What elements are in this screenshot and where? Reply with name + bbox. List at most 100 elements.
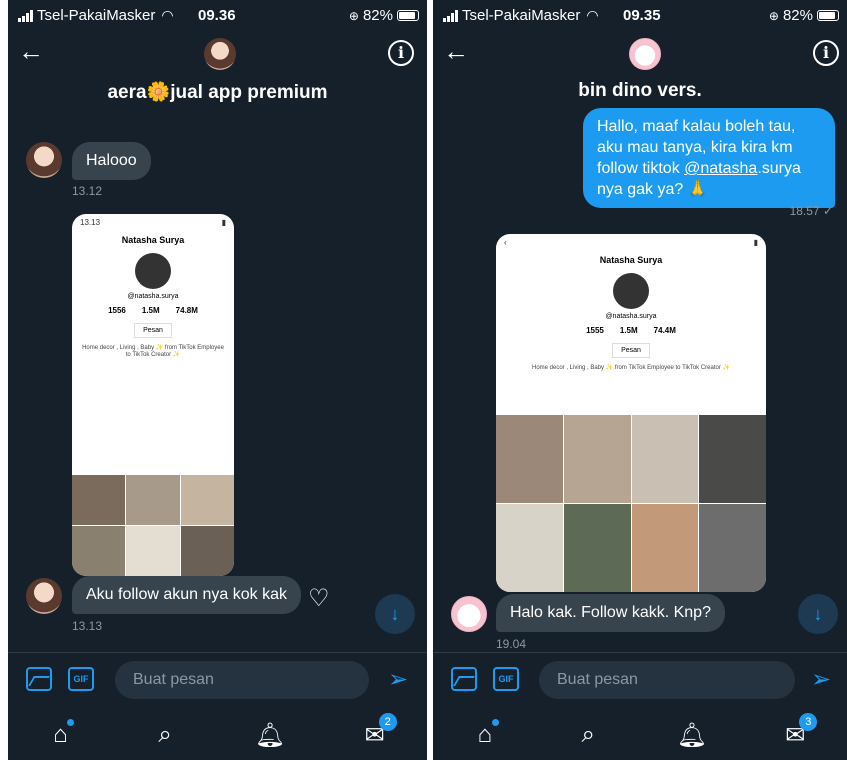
- shot-buttons: Pesan: [496, 343, 766, 358]
- carrier-name: Tsel-PakaiMasker: [37, 7, 156, 24]
- shot-thumb: [631, 415, 699, 503]
- back-arrow-icon[interactable]: ←: [443, 38, 469, 64]
- shot-bio: Home decor , Living , Baby ✨ from TikTok…: [82, 345, 224, 358]
- shot-stat: 1.5M: [619, 326, 638, 335]
- image-icon[interactable]: [26, 667, 52, 691]
- gif-icon[interactable]: GIF: [493, 667, 519, 691]
- status-time: 09.36: [198, 7, 236, 24]
- mail-icon[interactable]: ✉ 3: [775, 712, 818, 750]
- mail-badge: 2: [378, 712, 397, 731]
- conversation-title: aera🌼jual app premium: [107, 82, 328, 103]
- status-bar: Tsel-PakaiMasker ◠ 09.36 ⊕ 82%: [8, 0, 427, 30]
- mail-badge: 3: [799, 712, 818, 731]
- header-avatar[interactable]: [629, 38, 661, 70]
- shot-thumb: [631, 504, 699, 592]
- back-arrow-icon[interactable]: ←: [18, 38, 44, 64]
- right-chat-panel: Tsel-PakaiMasker ◠ 09.35 ⊕ 82% ← i bin d…: [433, 0, 847, 760]
- message-input[interactable]: [115, 661, 369, 699]
- shot-profile-picture: [613, 273, 649, 309]
- bottom-tab-bar: ⌂ ⌕ 🔔︎ ✉ 2: [8, 710, 427, 760]
- search-icon[interactable]: ⌕: [145, 721, 185, 749]
- image-icon[interactable]: [451, 667, 477, 691]
- shot-handle: @natasha.surya: [605, 313, 657, 320]
- shot-thumb: [699, 415, 766, 503]
- battery-icon: [397, 10, 419, 21]
- shot-pesan-button: Pesan: [134, 323, 172, 338]
- notification-dot: [67, 719, 75, 726]
- shot-buttons: Pesan: [72, 323, 234, 338]
- scroll-down-icon[interactable]: ↓: [375, 594, 415, 634]
- mail-icon[interactable]: ✉ 2: [355, 712, 397, 750]
- message-avatar[interactable]: [451, 596, 487, 632]
- wifi-icon: ◠: [161, 7, 174, 23]
- message-composer: GIF ➢: [433, 652, 847, 710]
- wifi-icon: ◠: [586, 7, 599, 23]
- image-attachment[interactable]: 13.13 ▮ Natasha Surya @natasha.surya 1556…: [72, 214, 234, 576]
- header-avatar[interactable]: [204, 38, 236, 70]
- battery-icon: [817, 10, 839, 21]
- battery: ⊕ 82%: [349, 7, 419, 24]
- shot-thumb: [72, 475, 126, 525]
- notification-dot: [491, 719, 499, 726]
- home-icon[interactable]: ⌂: [40, 719, 80, 749]
- shot-stat: 74.8M: [175, 306, 198, 315]
- message-avatar[interactable]: [26, 142, 62, 178]
- shot-stat: 74.4M: [653, 326, 676, 335]
- shot-thumb: [699, 504, 766, 592]
- shot-stat: 1555: [586, 326, 604, 335]
- battery-percent: 82%: [782, 7, 813, 24]
- shot-statusbar: ‹ ▮: [504, 238, 758, 247]
- shot-thumb: [72, 526, 126, 576]
- status-bar: Tsel-PakaiMasker ◠ 09.35 ⊕ 82%: [433, 0, 847, 30]
- shot-thumb: [563, 504, 631, 592]
- shot-video-grid: [72, 475, 234, 576]
- message-avatar[interactable]: [26, 578, 62, 614]
- message-bubble[interactable]: Halooo: [72, 142, 151, 180]
- outgoing-message-bubble[interactable]: Hallo, maaf kalau boleh tau, aku mau tan…: [583, 108, 835, 208]
- gif-icon[interactable]: GIF: [68, 667, 94, 691]
- image-attachment[interactable]: ‹ ▮ Natasha Surya @natasha.surya 1555 1.5…: [496, 234, 766, 592]
- battery-percent: 82%: [362, 7, 393, 24]
- shot-stat: 1556: [108, 306, 126, 315]
- shot-thumb: [496, 415, 563, 503]
- message-input[interactable]: [539, 661, 795, 699]
- message-bubble[interactable]: Halo kak. Follow kakk. Knp?: [496, 594, 725, 632]
- info-icon[interactable]: i: [813, 40, 839, 66]
- send-icon[interactable]: ➢: [388, 665, 408, 694]
- shot-thumb: [563, 415, 631, 503]
- bell-icon[interactable]: 🔔︎: [672, 721, 712, 750]
- shot-thumb: [180, 475, 234, 525]
- message-time: 13.13: [72, 619, 103, 633]
- carrier: Tsel-PakaiMasker ◠: [443, 7, 599, 24]
- shot-stat: 1.5M: [141, 306, 160, 315]
- shot-bio: Home decor , Living , Baby ✨ from TikTok…: [531, 365, 730, 371]
- mention-link[interactable]: @natasha: [684, 160, 757, 177]
- left-chat-panel: Tsel-PakaiMasker ◠ 09.36 ⊕ 82% ← i aera🌼…: [8, 0, 427, 760]
- shot-video-grid: [496, 415, 766, 592]
- shot-statusbar: 13.13 ▮: [80, 218, 226, 227]
- lock-rotation-icon: ⊕: [768, 8, 779, 23]
- status-time: 09.35: [623, 7, 661, 24]
- message-time: 18.57 ✓: [789, 204, 833, 218]
- shot-thumb: [180, 526, 234, 576]
- home-icon[interactable]: ⌂: [465, 719, 505, 749]
- carrier-name: Tsel-PakaiMasker: [462, 7, 581, 24]
- message-composer: GIF ➢: [8, 652, 427, 710]
- shot-handle: @natasha.surya: [127, 293, 179, 300]
- shot-pesan-button: Pesan: [612, 343, 650, 358]
- bell-icon[interactable]: 🔔︎: [250, 721, 290, 750]
- shot-profile-picture: [135, 253, 171, 289]
- conversation-title: bin dino vers.: [578, 80, 702, 101]
- lock-rotation-icon: ⊕: [348, 8, 359, 23]
- shot-stats: 1556 1.5M 74.8M: [72, 306, 234, 315]
- message-bubble[interactable]: Aku follow akun nya kok kak: [72, 576, 301, 614]
- search-icon[interactable]: ⌕: [568, 721, 608, 749]
- send-icon[interactable]: ➢: [811, 665, 831, 694]
- shot-profile-name: Natasha Surya: [599, 255, 663, 265]
- shot-thumb: [496, 504, 563, 592]
- info-icon[interactable]: i: [388, 40, 414, 66]
- shot-profile-name: Natasha Surya: [121, 235, 185, 245]
- scroll-down-icon[interactable]: ↓: [798, 594, 838, 634]
- heart-plus-icon[interactable]: ♡: [308, 584, 330, 613]
- carrier: Tsel-PakaiMasker ◠: [18, 7, 174, 24]
